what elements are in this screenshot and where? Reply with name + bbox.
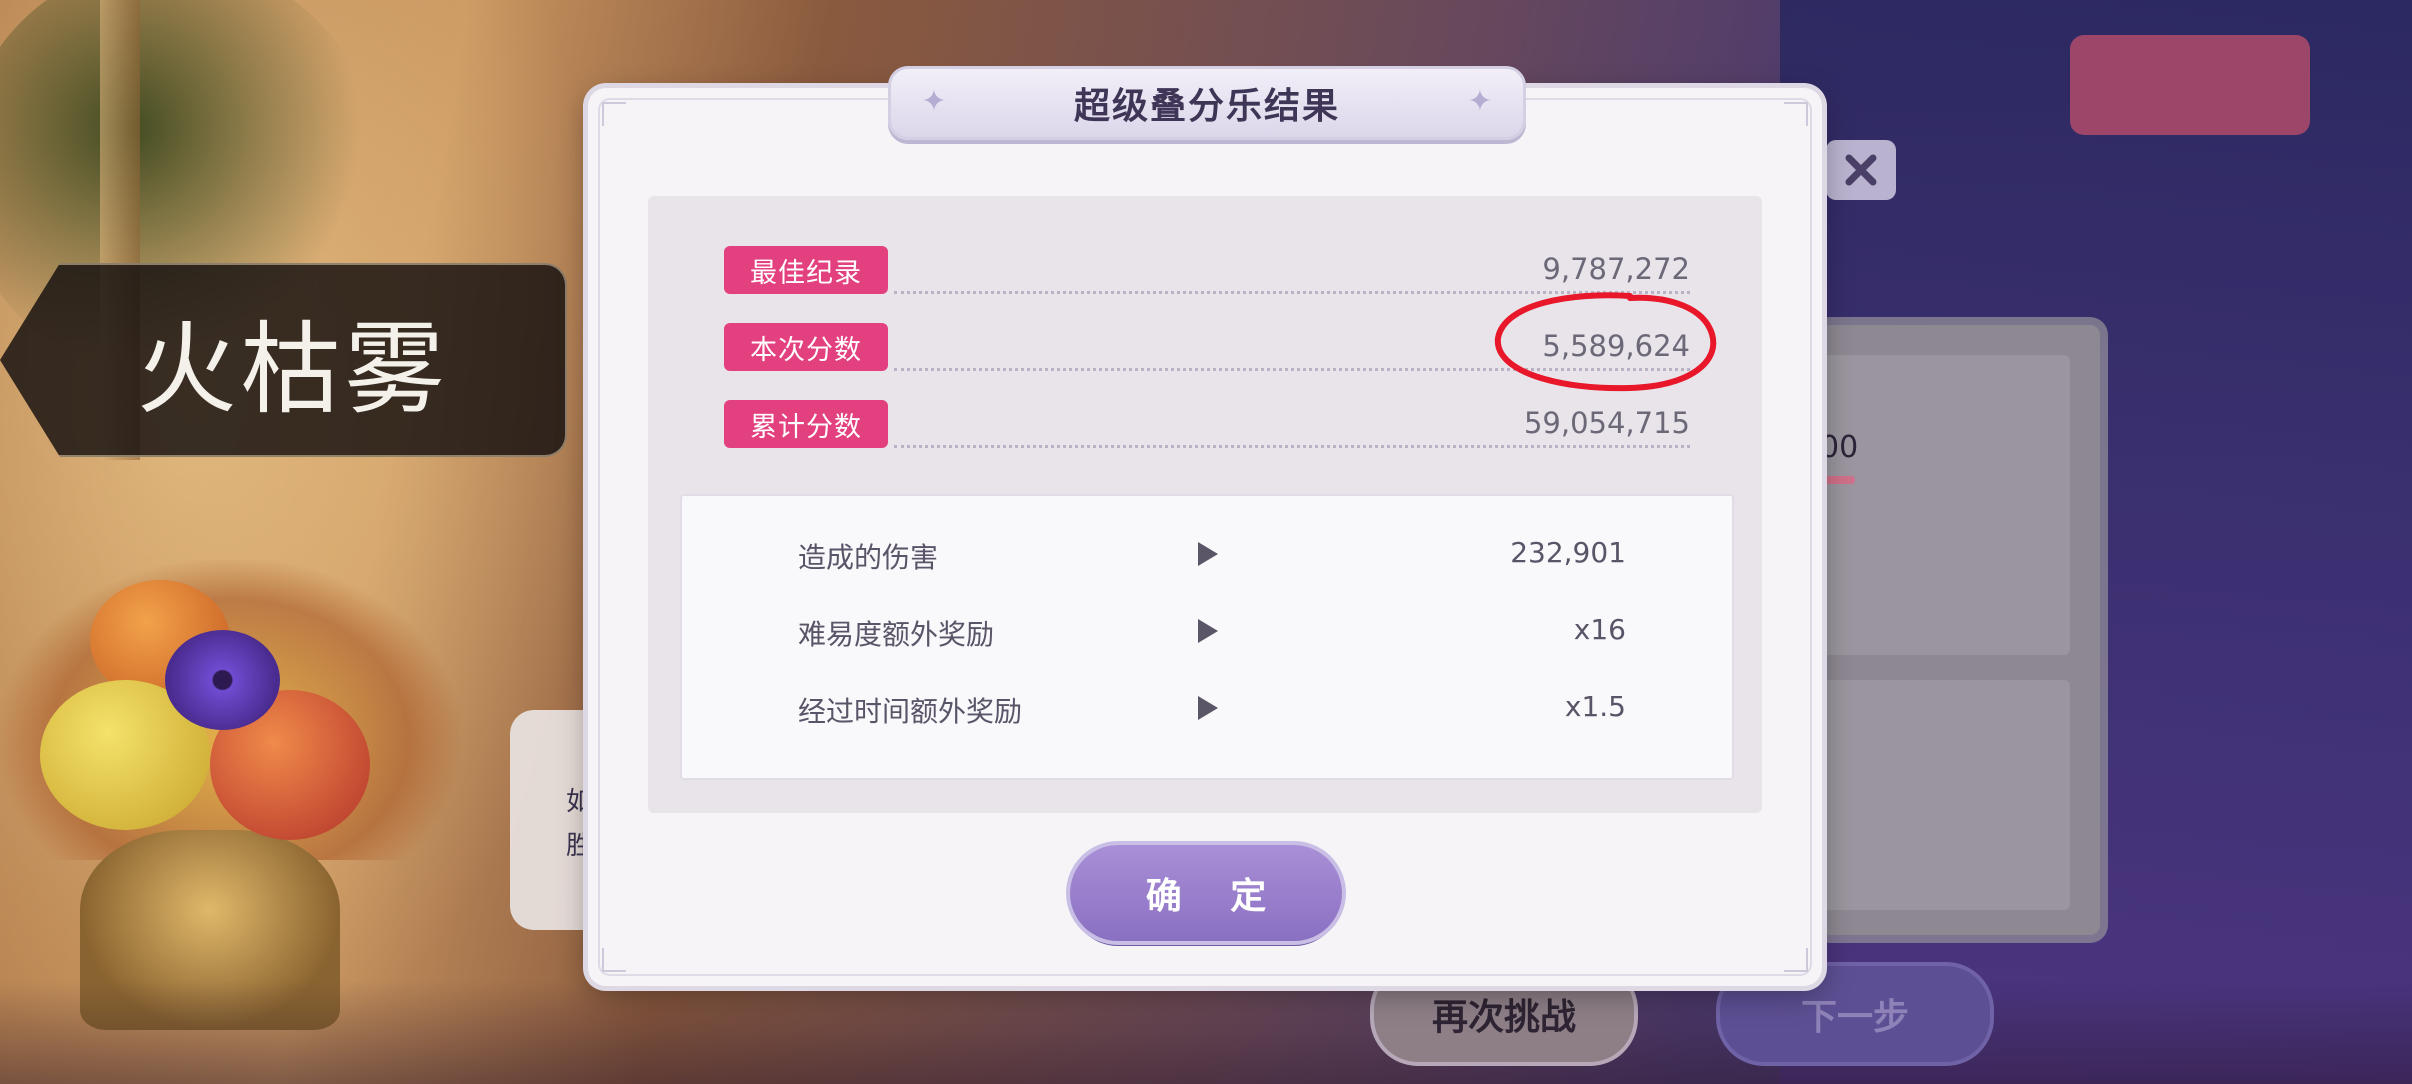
side-panel-section <box>1820 355 2070 655</box>
annotation-circle <box>1494 292 1717 392</box>
background-banner <box>2070 35 2310 135</box>
score-label: 累计分数 <box>724 400 888 448</box>
score-value: 59,054,715 <box>1515 406 1690 440</box>
detail-value: x16 <box>1573 613 1626 646</box>
frame-corner <box>602 948 626 972</box>
score-label: 本次分数 <box>724 323 888 371</box>
retry-button-label: 再次挑战 <box>1431 997 1576 1038</box>
score-row-total: 累计分数 59,054,715 <box>724 400 1690 450</box>
side-panel-section <box>1820 680 2070 910</box>
background-shade <box>0 980 2412 1084</box>
detail-label: 经过时间额外奖励 <box>798 695 1023 728</box>
detail-label: 造成的伤害 <box>798 541 939 574</box>
modal-title: 超级叠分乐结果 <box>1073 86 1340 127</box>
side-panel-value: 00 <box>1820 430 1859 465</box>
close-button[interactable] <box>1826 140 1896 200</box>
next-step-button-label: 下一步 <box>1800 997 1909 1038</box>
detail-row-difficulty-bonus: 难易度额外奖励 x16 <box>798 613 1626 653</box>
detail-row-time-bonus: 经过时间额外奖励 x1.5 <box>798 690 1626 730</box>
detail-value: 232,901 <box>1510 536 1626 569</box>
frame-corner <box>602 102 626 126</box>
sparkle-icon: ✦ <box>921 84 947 119</box>
play-arrow-icon <box>1198 542 1218 566</box>
confirm-button[interactable]: 确 定 <box>1070 845 1342 941</box>
detail-row-damage: 造成的伤害 232,901 <box>798 536 1626 576</box>
play-arrow-icon <box>1198 696 1218 720</box>
frame-corner <box>1784 102 1808 126</box>
confirm-button-label: 确 定 <box>1145 876 1285 917</box>
character-name-banner: 火枯雾 <box>0 263 567 457</box>
score-value: 9,787,272 <box>1534 252 1690 286</box>
score-row-best: 最佳纪录 9,787,272 <box>724 246 1690 296</box>
sparkle-icon: ✦ <box>1467 84 1493 119</box>
modal-title-tab: ✦ 超级叠分乐结果 ✦ <box>888 66 1526 140</box>
background-flower <box>165 630 280 730</box>
close-icon <box>1845 154 1877 186</box>
detail-label: 难易度额外奖励 <box>798 618 995 651</box>
character-name: 火枯雾 <box>136 310 449 428</box>
side-panel-bar <box>1820 476 1855 484</box>
game-screen: 如 胜 00 再次挑战 下一步 火枯雾 ✦ 超级叠分乐结果 ✦ 最佳纪录 9,7… <box>0 0 2412 1084</box>
dotted-leader <box>894 445 1690 448</box>
play-arrow-icon <box>1198 619 1218 643</box>
frame-corner <box>1784 948 1808 972</box>
score-label: 最佳纪录 <box>724 246 888 294</box>
detail-value: x1.5 <box>1564 690 1626 723</box>
